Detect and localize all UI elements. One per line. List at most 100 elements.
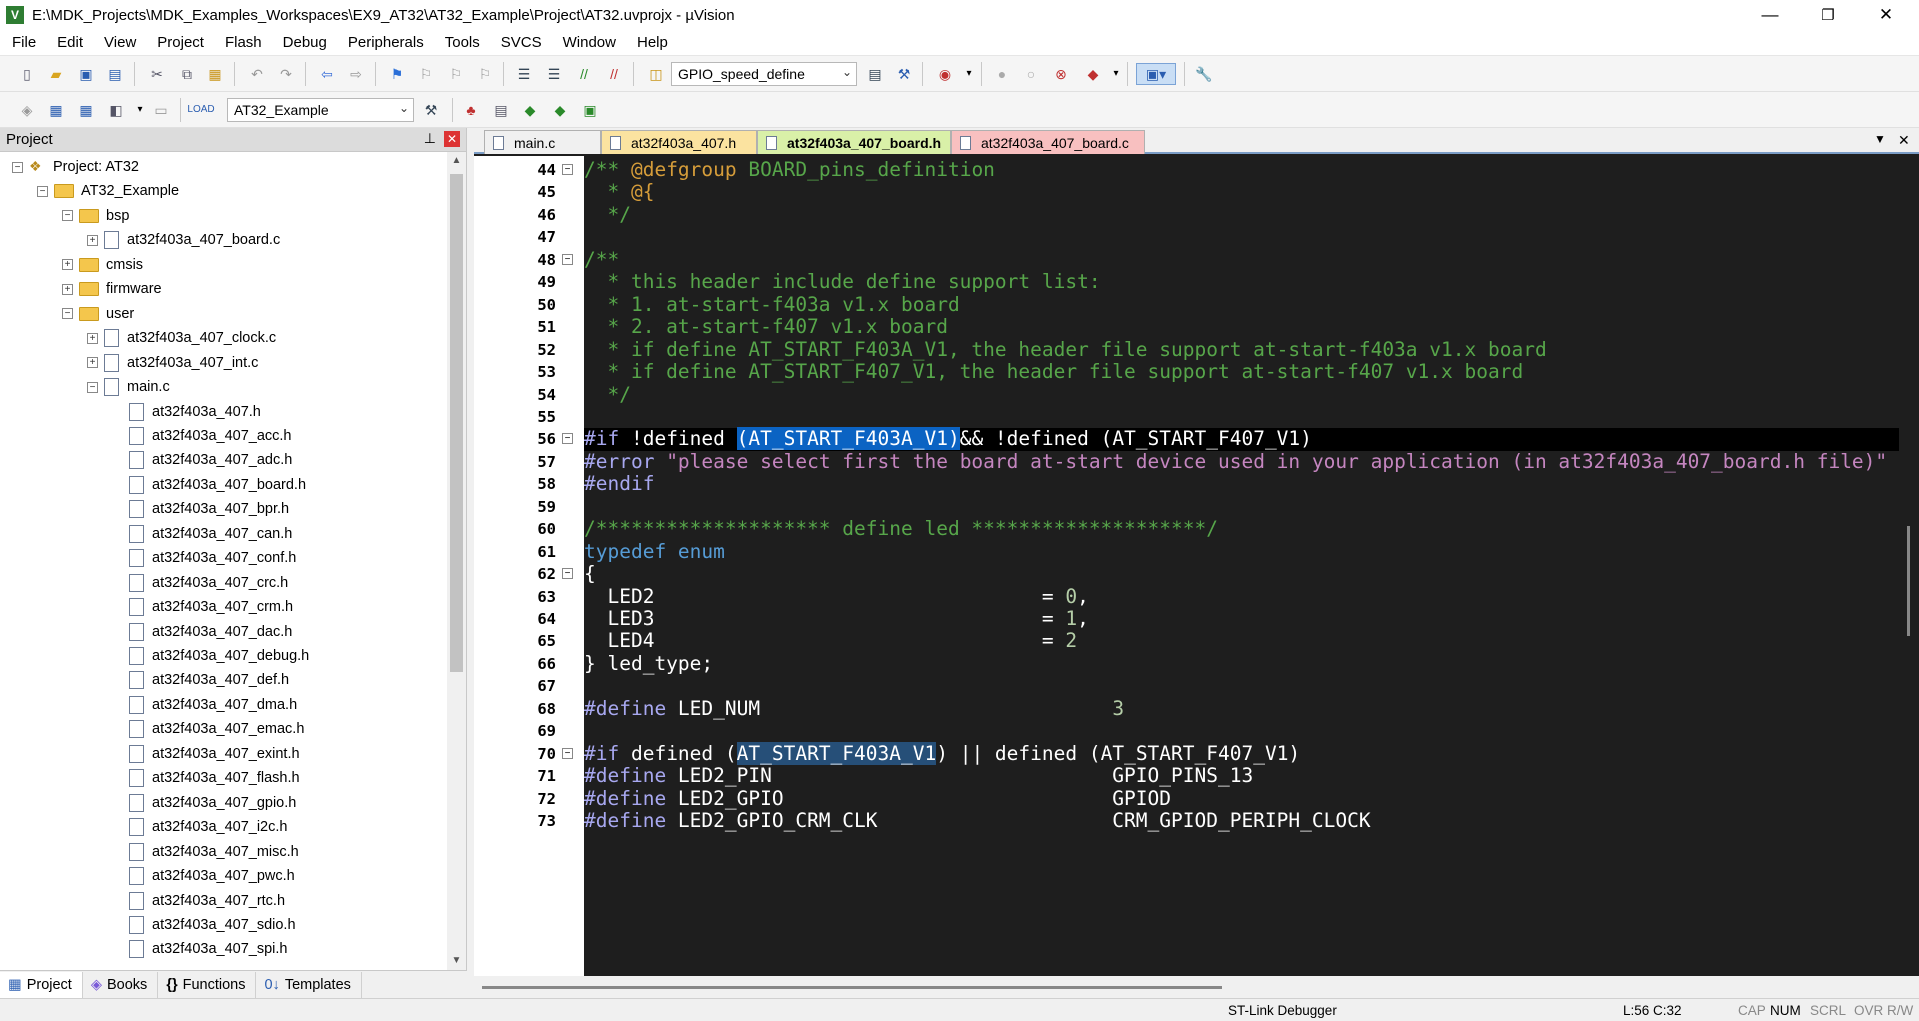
code-line[interactable]: #if defined (AT_START_F403A_V1) || defin… [584, 741, 1899, 765]
tab-at32f403a-407-h[interactable]: at32f403a_407.h [601, 130, 757, 154]
select-packs-icon[interactable]: ◆ [519, 99, 541, 121]
collapse-icon[interactable]: − [87, 381, 98, 393]
pin-icon[interactable]: ⊥ [424, 130, 436, 147]
code-line[interactable]: * this header include define support lis… [584, 271, 1899, 293]
translate-icon[interactable]: ◈ [16, 99, 38, 121]
tree-file[interactable]: at32f403a_407_i2c.h [112, 815, 287, 839]
find-in-files-icon[interactable]: ◫ [645, 63, 667, 85]
code-line[interactable]: /******************** define led *******… [584, 517, 1899, 540]
download-icon[interactable]: LOAD [187, 99, 214, 121]
code-line[interactable]: * if define AT_START_F403A_V1, the heade… [584, 338, 1899, 361]
debug-session-icon[interactable]: ◉ [934, 63, 956, 85]
tab-main-c[interactable]: main.c [484, 130, 601, 154]
menu-edit[interactable]: Edit [45, 34, 92, 51]
close-window-button[interactable]: ✕ [1857, 0, 1915, 30]
code-line[interactable]: #define LED2_PIN GPIO_PINS_13 [584, 764, 1899, 787]
code-line[interactable]: LED4 = 2 [584, 630, 1899, 652]
tree-file[interactable]: at32f403a_407_board.h [112, 473, 306, 497]
tab-templates[interactable]: 0↓ Templates [256, 971, 362, 998]
tree-folder[interactable]: − bsp [62, 204, 129, 228]
stop-build-icon[interactable]: ▭ [150, 99, 172, 121]
tree-file[interactable]: + at32f403a_407_int.c [87, 351, 258, 375]
collapse-icon[interactable]: − [62, 308, 73, 320]
tree-file[interactable]: at32f403a_407_can.h [112, 522, 292, 546]
close-panel-icon[interactable]: ✕ [444, 131, 460, 147]
code-line[interactable]: #define LED2_GPIO GPIOD [584, 787, 1899, 810]
navigate-back-icon[interactable]: ⇦ [316, 63, 338, 85]
tab-list-icon[interactable]: ▼ [1874, 132, 1886, 146]
collapse-icon[interactable]: − [12, 161, 23, 173]
tree-file[interactable]: at32f403a_407_dma.h [112, 693, 297, 717]
tree-file[interactable]: at32f403a_407_conf.h [112, 546, 296, 570]
editor-vertical-scrollbar[interactable] [1899, 156, 1919, 976]
chevron-down-icon[interactable]: ▾ [129, 99, 151, 121]
tree-file[interactable]: at32f403a_407_spi.h [112, 937, 287, 961]
uncomment-icon[interactable]: // [603, 63, 625, 85]
save-all-icon[interactable]: ▤ [104, 63, 126, 85]
code-line[interactable]: typedef enum [584, 540, 1899, 563]
fold-collapse-icon[interactable]: − [562, 253, 573, 265]
manage-project-items-icon[interactable]: ♣ [460, 99, 482, 121]
maximize-button[interactable]: ❐ [1799, 0, 1857, 30]
tree-folder[interactable]: − user [62, 302, 134, 326]
copy-icon[interactable]: ⧉ [176, 63, 198, 85]
code-line[interactable]: LED2 = 0, [584, 585, 1899, 608]
menu-view[interactable]: View [92, 34, 145, 51]
find-icon[interactable]: ▤ [864, 63, 886, 85]
kill-breakpoints-icon[interactable]: ⊗ [1050, 63, 1072, 85]
code-line[interactable]: */ [584, 383, 1899, 406]
menu-debug[interactable]: Debug [271, 34, 336, 51]
chevron-down-icon[interactable]: ▾ [1105, 63, 1127, 85]
code-line[interactable]: */ [584, 203, 1899, 226]
menu-project[interactable]: Project [145, 34, 213, 51]
menu-window[interactable]: Window [551, 34, 625, 51]
tree-folder[interactable]: + firmware [62, 277, 162, 301]
tree-file[interactable]: at32f403a_407_adc.h [112, 448, 292, 472]
cut-icon[interactable]: ✂ [146, 63, 168, 85]
expand-icon[interactable]: + [62, 259, 73, 271]
scroll-up-icon[interactable]: ▲ [447, 152, 466, 170]
collapse-icon[interactable]: − [62, 210, 73, 222]
window-layout-icon[interactable]: ▣▾ [1136, 63, 1176, 85]
tree-file[interactable]: at32f403a_407_dac.h [112, 620, 292, 644]
scroll-down-icon[interactable]: ▼ [447, 952, 466, 970]
manage-rte-icon[interactable]: ▤ [490, 99, 512, 121]
expand-icon[interactable]: + [87, 234, 98, 246]
code-line[interactable]: * 2. at-start-f407 v1.x board [584, 315, 1899, 338]
tree-file[interactable]: at32f403a_407_flash.h [112, 766, 300, 790]
tab-books[interactable]: ◈ Books [83, 971, 159, 998]
clear-bookmarks-icon[interactable]: ⚐ [474, 63, 496, 85]
code-line[interactable]: * @{ [584, 181, 1899, 203]
navigate-forward-icon[interactable]: ⇨ [345, 63, 367, 85]
tree-file[interactable]: at32f403a_407_gpio.h [112, 791, 296, 815]
code-line[interactable]: #error "please select first the board at… [584, 450, 1899, 473]
close-tab-icon[interactable]: ✕ [1898, 132, 1910, 149]
tree-file[interactable]: + at32f403a_407_clock.c [87, 326, 276, 350]
code-line[interactable] [584, 226, 1899, 248]
redo-icon[interactable]: ↷ [275, 63, 297, 85]
code-line[interactable]: /** [584, 248, 1899, 271]
tree-file[interactable]: at32f403a_407.h [112, 400, 261, 424]
scrollbar-thumb[interactable] [1907, 526, 1910, 636]
unindent-icon[interactable]: ☰ [543, 63, 565, 85]
code-line[interactable] [584, 406, 1899, 428]
tree-file[interactable]: at32f403a_407_debug.h [112, 644, 309, 668]
prev-bookmark-icon[interactable]: ⚐ [415, 63, 437, 85]
tree-file[interactable]: at32f403a_407_rtc.h [112, 889, 285, 913]
tree-file[interactable]: at32f403a_407_crm.h [112, 595, 293, 619]
comment-icon[interactable]: // [573, 63, 595, 85]
code-line[interactable]: #endif [584, 473, 1899, 495]
expand-icon[interactable]: + [87, 357, 98, 369]
tab-at32f403a-407-board-h[interactable]: at32f403a_407_board.h [757, 130, 951, 154]
scrollbar-thumb[interactable] [482, 986, 1222, 989]
code-line[interactable]: * 1. at-start-f403a v1.x board [584, 293, 1899, 316]
tree-file[interactable]: at32f403a_407_exint.h [112, 742, 300, 766]
tree-file[interactable]: − main.c [87, 375, 170, 399]
fold-collapse-icon[interactable]: − [562, 568, 573, 580]
code-line[interactable]: * if define AT_START_F407_V1, the header… [584, 360, 1899, 383]
save-icon[interactable]: ▣ [75, 63, 97, 85]
disable-all-breakpoints-icon[interactable]: ◆ [1082, 63, 1104, 85]
batch-build-icon[interactable]: ◧ [105, 99, 127, 121]
tree-project-root[interactable]: − ❖ Project: AT32 [12, 155, 139, 179]
fold-collapse-icon[interactable]: − [562, 164, 573, 175]
